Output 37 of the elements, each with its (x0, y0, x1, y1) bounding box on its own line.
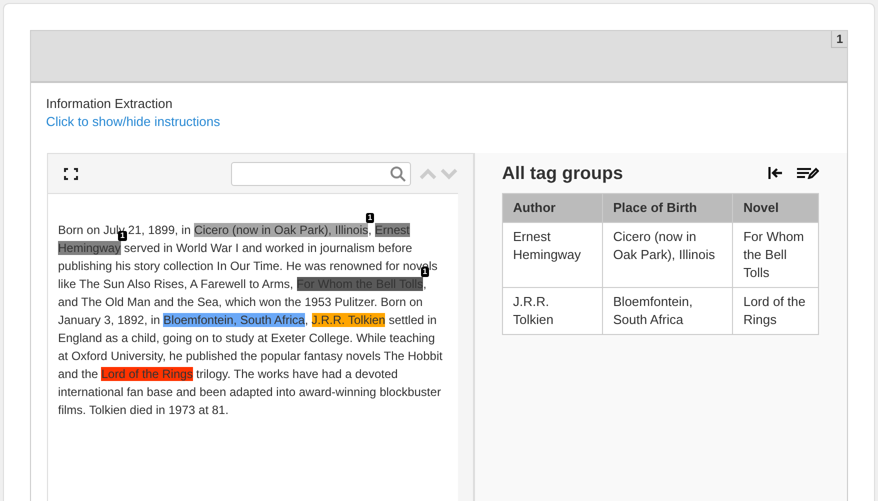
table-cell: Ernest Hemingway (502, 222, 603, 288)
collapse-left-icon[interactable] (768, 167, 783, 179)
tagged-word[interactable]: Illinois (334, 223, 368, 237)
tag-count-badge: 1 (420, 267, 430, 277)
instructions-link[interactable]: Click to show/hide instructions (46, 113, 220, 131)
tag-count-badge: 1 (118, 231, 127, 241)
tagged-word[interactable]: Park), (300, 223, 332, 237)
table-cell: For Whom the Bell Tolls (732, 222, 818, 288)
tagged-word[interactable]: Bloemfontein, (163, 313, 237, 327)
table-cell: Bloemfontein, South Africa (602, 288, 733, 334)
tagged-word[interactable]: Tolkien (348, 313, 386, 327)
column-header: Place of Birth (602, 194, 733, 222)
tagged-word[interactable]: Rings (162, 367, 193, 381)
tagged-word[interactable]: Cicero (194, 223, 229, 237)
tag-count-badge: 1 (366, 213, 374, 223)
table-cell: J.R.R. Tolkien (502, 288, 603, 334)
tagged-word[interactable]: Africa (274, 313, 305, 327)
fullscreen-icon[interactable] (64, 168, 78, 180)
tagged-word[interactable]: in (261, 223, 271, 237)
tagged-word[interactable]: of (128, 367, 139, 381)
task-title: Information Extraction (46, 95, 172, 113)
column-header: Author (502, 194, 603, 222)
tag-groups-title: All tag groups (502, 162, 623, 185)
tagged-word[interactable]: Lord (101, 367, 126, 381)
search-icon[interactable] (390, 166, 406, 182)
tagged-word[interactable]: (now (232, 223, 258, 237)
tagged-word[interactable]: Oak (274, 223, 296, 237)
table-cell: Lord of the Rings (732, 288, 818, 334)
table-cell: Cicero (now in Oak Park), Illinois (602, 222, 733, 288)
search-field[interactable] (231, 162, 411, 186)
tagged-word[interactable]: Hemingway (58, 241, 121, 255)
column-header: Novel (732, 194, 818, 222)
edit-list-icon[interactable] (797, 167, 819, 179)
tagged-word[interactable]: Ernest (374, 223, 410, 237)
tagged-word[interactable]: the (142, 367, 159, 381)
page-number: 1 (831, 31, 847, 48)
tagged-word[interactable]: South (240, 313, 272, 327)
